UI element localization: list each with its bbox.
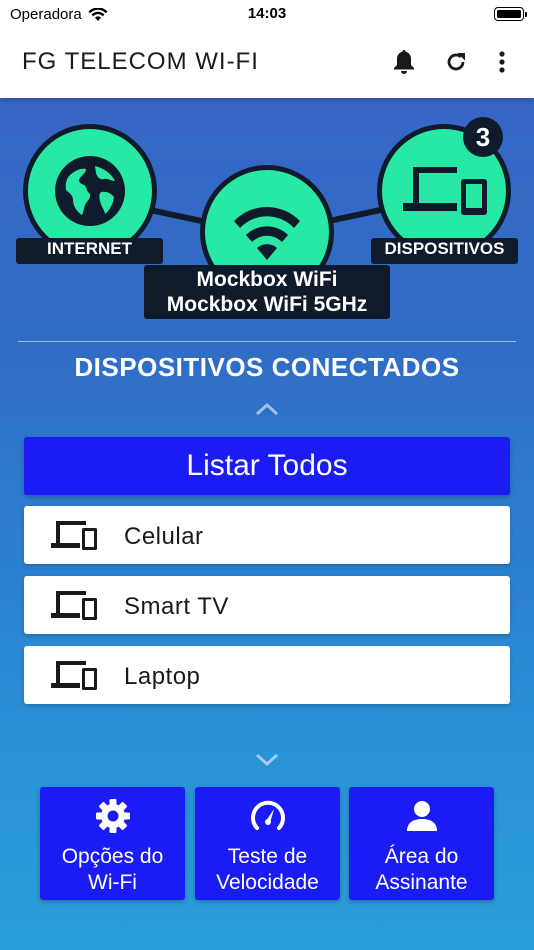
device-row[interactable]: Laptop (24, 646, 510, 704)
ssid-5ghz: Mockbox WiFi 5GHz (166, 293, 368, 316)
chevron-down-icon[interactable] (255, 752, 279, 768)
speedometer-icon (251, 800, 285, 830)
person-icon (407, 801, 437, 831)
devices-icon (51, 591, 97, 620)
divider (18, 341, 516, 342)
more-options-button[interactable] (488, 48, 516, 76)
device-row[interactable]: Celular (24, 506, 510, 564)
refresh-icon (447, 53, 465, 71)
devices-icon (403, 167, 487, 215)
more-vert-icon (499, 51, 505, 73)
devices-icon (51, 521, 97, 550)
speed-test-line1: Teste de (227, 845, 308, 868)
devices-icon (51, 661, 97, 690)
chevron-up-icon[interactable] (255, 401, 279, 417)
internet-label: INTERNET (16, 238, 163, 264)
subscriber-area-label: Área do Assinante (353, 844, 490, 896)
battery-icon (494, 7, 527, 21)
device-name: Laptop (124, 663, 201, 690)
speed-test-line2: Velocidade (216, 871, 319, 894)
device-name: Celular (124, 523, 204, 550)
speed-test-label: Teste de Velocidade (199, 844, 336, 896)
status-time: 14:03 (247, 5, 287, 22)
ssid-24ghz: Mockbox WiFi (196, 268, 338, 291)
notifications-button[interactable] (390, 48, 418, 76)
subscriber-area-line1: Área do (384, 845, 459, 868)
subscriber-area-button[interactable]: Área do Assinante (349, 787, 494, 900)
ssid-box: Mockbox WiFi Mockbox WiFi 5GHz (144, 265, 390, 319)
speed-test-button[interactable]: Teste de Velocidade (195, 787, 340, 900)
refresh-button[interactable] (442, 48, 470, 76)
devices-label: DISPOSITIVOS (371, 238, 518, 264)
top-header: Operadora 14:03 FG TELECOM WI-FI (0, 0, 534, 98)
gear-icon (96, 799, 130, 833)
device-row[interactable]: Smart TV (24, 576, 510, 634)
devices-count-badge: 3 (463, 117, 503, 157)
device-name: Smart TV (124, 593, 229, 620)
wifi-options-line1: Opções do (61, 845, 164, 868)
status-bar: Operadora 14:03 (0, 0, 534, 30)
wifi-icon (234, 207, 300, 260)
wifi-options-button[interactable]: Opções do Wi-Fi (40, 787, 185, 900)
section-title: DISPOSITIVOS CONECTADOS (74, 352, 460, 382)
globe-icon (55, 156, 125, 226)
wifi-options-line2: Wi-Fi (88, 871, 137, 894)
bell-icon (394, 50, 414, 74)
wifi-options-label: Opções do Wi-Fi (44, 844, 181, 896)
list-all-button[interactable]: Listar Todos (24, 437, 510, 495)
app-title: FG TELECOM WI-FI (22, 48, 259, 75)
subscriber-area-line2: Assinante (375, 871, 468, 894)
